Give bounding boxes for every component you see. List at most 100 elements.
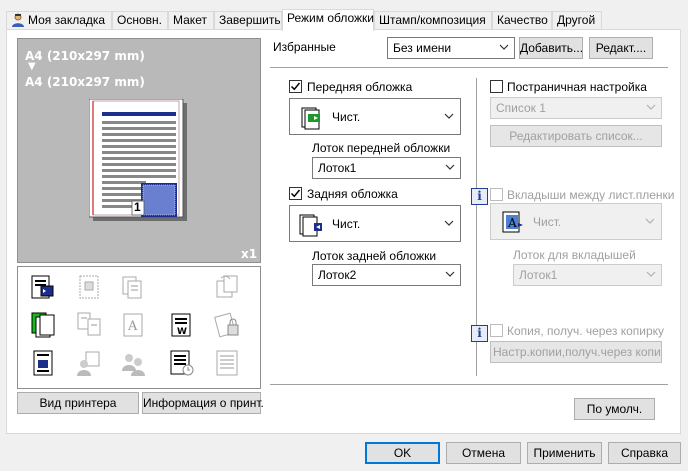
- group-top-line: [270, 67, 668, 68]
- interleave-page-icon: A: [502, 211, 523, 233]
- front-cover-type-select[interactable]: Чист.: [289, 98, 461, 135]
- tab-label: Штамп/композиция: [379, 13, 486, 27]
- paper-size-to: A4 (210x297 mm): [25, 75, 145, 89]
- ok-button[interactable]: OK: [365, 442, 440, 464]
- page-list-value: Список 1: [496, 101, 546, 115]
- chevron-down-icon: [646, 104, 656, 110]
- apply-button[interactable]: Применить: [527, 442, 602, 464]
- group-bottom-line: [270, 384, 668, 385]
- person-icon: [11, 13, 25, 27]
- chevron-down-icon: [444, 220, 454, 226]
- tab-layout[interactable]: Макет: [168, 11, 214, 30]
- back-cover-type-value: Чист.: [332, 217, 361, 231]
- arrow-down-icon: ▼: [28, 61, 36, 72]
- favorites-label: Избранные: [273, 40, 336, 54]
- user-auth-icon[interactable]: [76, 349, 102, 377]
- page-list-select[interactable]: Список 1: [490, 97, 662, 119]
- tab-label: Режим обложки: [287, 11, 374, 25]
- watermark-icon[interactable]: W: [168, 311, 194, 339]
- paper-size-from: A4 (210x297 mm): [25, 49, 145, 63]
- transparency-checkbox[interactable]: [490, 188, 503, 201]
- edit-favorite-button[interactable]: Редакт....: [589, 37, 653, 59]
- front-cover-page-icon: [301, 107, 320, 130]
- carbon-copy-label: Копия, получ. через копирку: [507, 324, 665, 338]
- front-cover-type-value: Чист.: [332, 110, 361, 124]
- page-preview-icon: 1: [88, 98, 189, 221]
- defaults-button[interactable]: По умолч.: [574, 398, 655, 420]
- svg-text:A: A: [127, 319, 138, 334]
- interleave-tray-value: Лоток1: [519, 268, 558, 282]
- tab-basic[interactable]: Основн.: [112, 11, 168, 30]
- tab-other[interactable]: Другой: [552, 11, 602, 30]
- carbon-copy-checkbox[interactable]: [490, 324, 503, 337]
- svg-text:W: W: [177, 327, 187, 337]
- account-track-icon[interactable]: [120, 349, 146, 377]
- copy-pages-icon[interactable]: [120, 273, 146, 301]
- transparency-label: Вкладыши между лист.пленки: [507, 188, 675, 202]
- back-cover-tray-label: Лоток задней обложки: [312, 249, 437, 263]
- help-button[interactable]: Справка: [608, 442, 681, 464]
- tab-label: Другой: [557, 13, 596, 27]
- chevron-down-icon: [444, 113, 454, 119]
- back-cover-page-icon: [299, 214, 322, 237]
- favorites-select[interactable]: Без имени: [387, 37, 515, 59]
- multipage-icon[interactable]: [76, 311, 102, 339]
- add-favorite-button[interactable]: Добавить...: [519, 37, 583, 59]
- per-page-label: Постраничная настройка: [507, 80, 647, 94]
- tab-label: Моя закладка: [28, 13, 106, 27]
- preview-panel: A4 (210x297 mm) ▼ A4 (210x297 mm) x1 1: [17, 38, 261, 263]
- carbon-copy-settings-button[interactable]: Настр.копии,получ.через копирку: [490, 341, 662, 363]
- back-cover-checkbox[interactable]: [289, 187, 302, 200]
- transparency-type-select[interactable]: A Чист.: [490, 203, 662, 240]
- rotate-page-icon[interactable]: [214, 273, 240, 301]
- chevron-down-icon: [646, 271, 656, 277]
- header-footer-icon[interactable]: [168, 349, 194, 377]
- tab-my-bookmark[interactable]: Моя закладка: [6, 11, 112, 30]
- checkmark-icon: [290, 82, 301, 91]
- front-cover-tray-value: Лоток1: [318, 161, 357, 175]
- back-cover-tray-select[interactable]: Лоток2: [312, 264, 461, 286]
- printer-view-button[interactable]: Вид принтера: [17, 392, 139, 414]
- back-cover-type-select[interactable]: Чист.: [289, 205, 461, 242]
- back-cover-tray-value: Лоток2: [318, 268, 357, 282]
- tab-stamp-composition[interactable]: Штамп/композиция: [374, 11, 492, 30]
- document-stamp-icon[interactable]: [30, 349, 56, 377]
- booklet-icon[interactable]: [76, 273, 102, 301]
- edit-list-button[interactable]: Редактировать список...: [490, 125, 662, 147]
- per-page-checkbox[interactable]: [490, 80, 503, 93]
- copies-count: x1: [241, 247, 258, 261]
- tab-label: Качество: [497, 13, 548, 27]
- info-icon[interactable]: i: [471, 188, 488, 205]
- tab-finish[interactable]: Завершить: [214, 11, 282, 30]
- tab-label: Основн.: [117, 13, 162, 27]
- overlay-icon[interactable]: [214, 349, 240, 377]
- tab-cover-mode[interactable]: Режим обложки: [282, 9, 374, 31]
- transparency-type-value: Чист.: [533, 215, 562, 229]
- interleave-tray-select[interactable]: Лоток1: [513, 264, 662, 286]
- page-number: 1: [134, 200, 141, 214]
- back-cover-label: Задняя обложка: [307, 187, 398, 201]
- cancel-button[interactable]: Отмена: [446, 442, 521, 464]
- chevron-down-icon: [645, 218, 655, 224]
- chevron-down-icon: [445, 164, 455, 170]
- chevron-down-icon: [499, 44, 509, 50]
- function-icon-grid: A W: [17, 266, 261, 389]
- font-page-icon[interactable]: A: [120, 311, 146, 339]
- tab-label: Завершить: [219, 13, 281, 27]
- svg-text:A: A: [507, 216, 517, 230]
- favorites-value: Без имени: [393, 41, 452, 55]
- printer-info-button[interactable]: Информация о принт.: [142, 392, 264, 414]
- color-pages-icon[interactable]: [30, 311, 56, 339]
- checkmark-icon: [290, 189, 301, 198]
- tab-quality[interactable]: Качество: [492, 11, 552, 30]
- front-cover-label: Передняя обложка: [307, 80, 413, 94]
- interleave-tray-label: Лоток для вкладышей: [513, 248, 636, 262]
- tab-label: Макет: [173, 13, 207, 27]
- chevron-down-icon: [445, 271, 455, 277]
- info-icon[interactable]: i: [471, 325, 488, 342]
- front-cover-checkbox[interactable]: [289, 80, 302, 93]
- cover-mode-icon[interactable]: [30, 273, 56, 301]
- front-cover-tray-label: Лоток передней обложки: [312, 141, 451, 155]
- front-cover-tray-select[interactable]: Лоток1: [312, 157, 461, 179]
- secure-print-icon[interactable]: [214, 311, 240, 339]
